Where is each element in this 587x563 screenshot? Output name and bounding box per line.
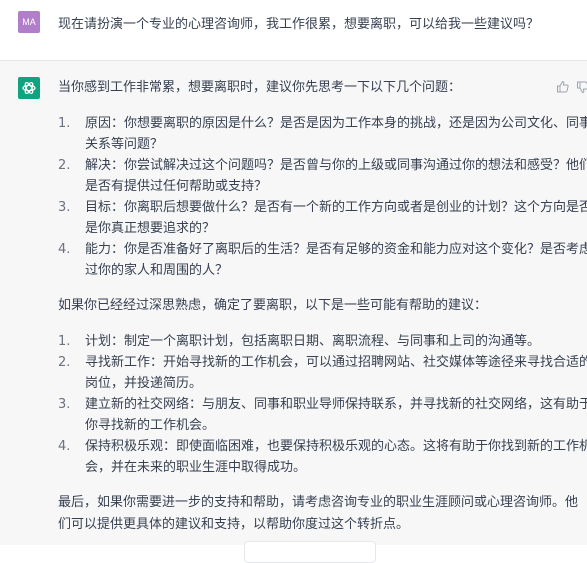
thumbs-up-icon[interactable]	[556, 80, 570, 94]
closing-line: 们可以提供更具体的建议和支持，以帮助你度过这个转折点。	[58, 517, 410, 532]
list-item-text: 能力：你是否准备好了离职后的生活？是否有足够的资金和能力应对这个变化？是否考虑	[85, 242, 587, 257]
list-item-number: 3.	[58, 200, 71, 215]
list-item-text: 计划：制定一个离职计划，包括离职日期、离职流程、与同事和上司的沟通等。	[85, 334, 541, 349]
user-message-text: 现在请扮演一个专业的心理咨询师，我工作很累，想要离职，可以给我一些建议吗？	[58, 17, 540, 32]
list-item-text: 你寻找新的工作机会。	[85, 418, 216, 433]
list-item: 2. 解决：你尝试解决过这个问题吗？是否曾与你的上级或同事沟通过你的想法和感受？…	[58, 155, 587, 197]
list-item-text: 岗位，并投递简历。	[85, 376, 203, 391]
list-item-number: 4.	[58, 242, 71, 257]
list-item-number: 2.	[58, 355, 71, 370]
closing-paragraph: 最后，如果你需要进一步的支持和帮助，请考虑咨询专业的职业生涯顾问或心理咨询师。他…	[58, 492, 579, 536]
list-item-text: 建立新的社交网络：与朋友、同事和职业导师保持联系，并寻找新的社交网络，这有助于	[85, 397, 587, 412]
list-item-text: 解决：你尝试解决过这个问题吗？是否曾与你的上级或同事沟通过你的想法和感受？他们	[85, 158, 587, 173]
user-avatar: MA	[18, 11, 40, 33]
list-item: 3. 目标：你离职后想要做什么？是否有一个新的工作方向或者是创业的计划？这个方向…	[58, 197, 587, 239]
list-item-text: 关系等问题？	[85, 137, 164, 152]
assistant-message-content: 当你感到工作非常累，想要离职时，建议你先思考一下以下几个问题： 1. 原因：你想…	[58, 77, 587, 536]
message-actions	[556, 80, 587, 94]
list-item-number: 1.	[58, 334, 71, 349]
list-item-number: 1.	[58, 116, 71, 131]
list-item: 2. 寻找新工作：开始寻找新的工作机会，可以通过招聘网站、社交媒体等途径来寻找合…	[58, 352, 587, 394]
list-item-text: 是否有提供过任何帮助或支持？	[85, 179, 268, 194]
list-item-number: 2.	[58, 158, 71, 173]
openai-logo-icon	[18, 77, 40, 99]
questions-list: 1. 原因：你想要离职的原因是什么？是否是因为工作本身的挑战，还是因为公司文化、…	[58, 113, 587, 281]
list-item-text: 目标：你离职后想要做什么？是否有一个新的工作方向或者是创业的计划？这个方向是否	[85, 200, 587, 215]
list-item: 4. 能力：你是否准备好了离职后的生活？是否有足够的资金和能力应对这个变化？是否…	[58, 239, 587, 281]
list-item: 4. 保持积极乐观：即使面临困难，也要保持积极乐观的心态。这将有助于你找到新的工…	[58, 436, 587, 478]
list-item-number: 3.	[58, 397, 71, 412]
user-message-row: MA 现在请扮演一个专业的心理咨询师，我工作很累，想要离职，可以给我一些建议吗？	[0, 0, 587, 61]
middle-paragraph: 如果你已经经过深思熟虑，确定了要离职，以下是一些可能有帮助的建议：	[58, 298, 488, 313]
list-item: 3. 建立新的社交网络：与朋友、同事和职业导师保持联系，并寻找新的社交网络，这有…	[58, 394, 587, 436]
list-item-text: 原因：你想要离职的原因是什么？是否是因为工作本身的挑战，还是因为公司文化、同事	[85, 116, 587, 131]
regenerate-response-button[interactable]	[244, 541, 376, 563]
list-item-text: 是你真正想要追求的？	[85, 221, 216, 236]
list-item-text: 寻找新工作：开始寻找新的工作机会，可以通过招聘网站、社交媒体等途径来寻找合适的	[85, 355, 587, 370]
thumbs-down-icon[interactable]	[576, 80, 587, 94]
list-item-number: 4.	[58, 439, 71, 454]
list-item: 1. 原因：你想要离职的原因是什么？是否是因为工作本身的挑战，还是因为公司文化、…	[58, 113, 587, 155]
list-item-text: 会，并在未来的职业生涯中取得成功。	[85, 460, 307, 475]
assistant-message-row: 当你感到工作非常累，想要离职时，建议你先思考一下以下几个问题： 1. 原因：你想…	[0, 61, 587, 563]
list-item: 1. 计划：制定一个离职计划，包括离职日期、离职流程、与同事和上司的沟通等。	[58, 331, 548, 352]
closing-line: 最后，如果你需要进一步的支持和帮助，请考虑咨询专业的职业生涯顾问或心理咨询师。他	[58, 495, 579, 510]
list-item-text: 过你的家人和周围的人？	[85, 263, 229, 278]
list-item-text: 保持积极乐观：即使面临困难，也要保持积极乐观的心态。这将有助于你找到新的工作机	[85, 439, 587, 454]
intro-paragraph: 当你感到工作非常累，想要离职时，建议你先思考一下以下几个问题：	[58, 80, 462, 95]
suggestions-list: 1. 计划：制定一个离职计划，包括离职日期、离职流程、与同事和上司的沟通等。 2…	[58, 331, 587, 478]
